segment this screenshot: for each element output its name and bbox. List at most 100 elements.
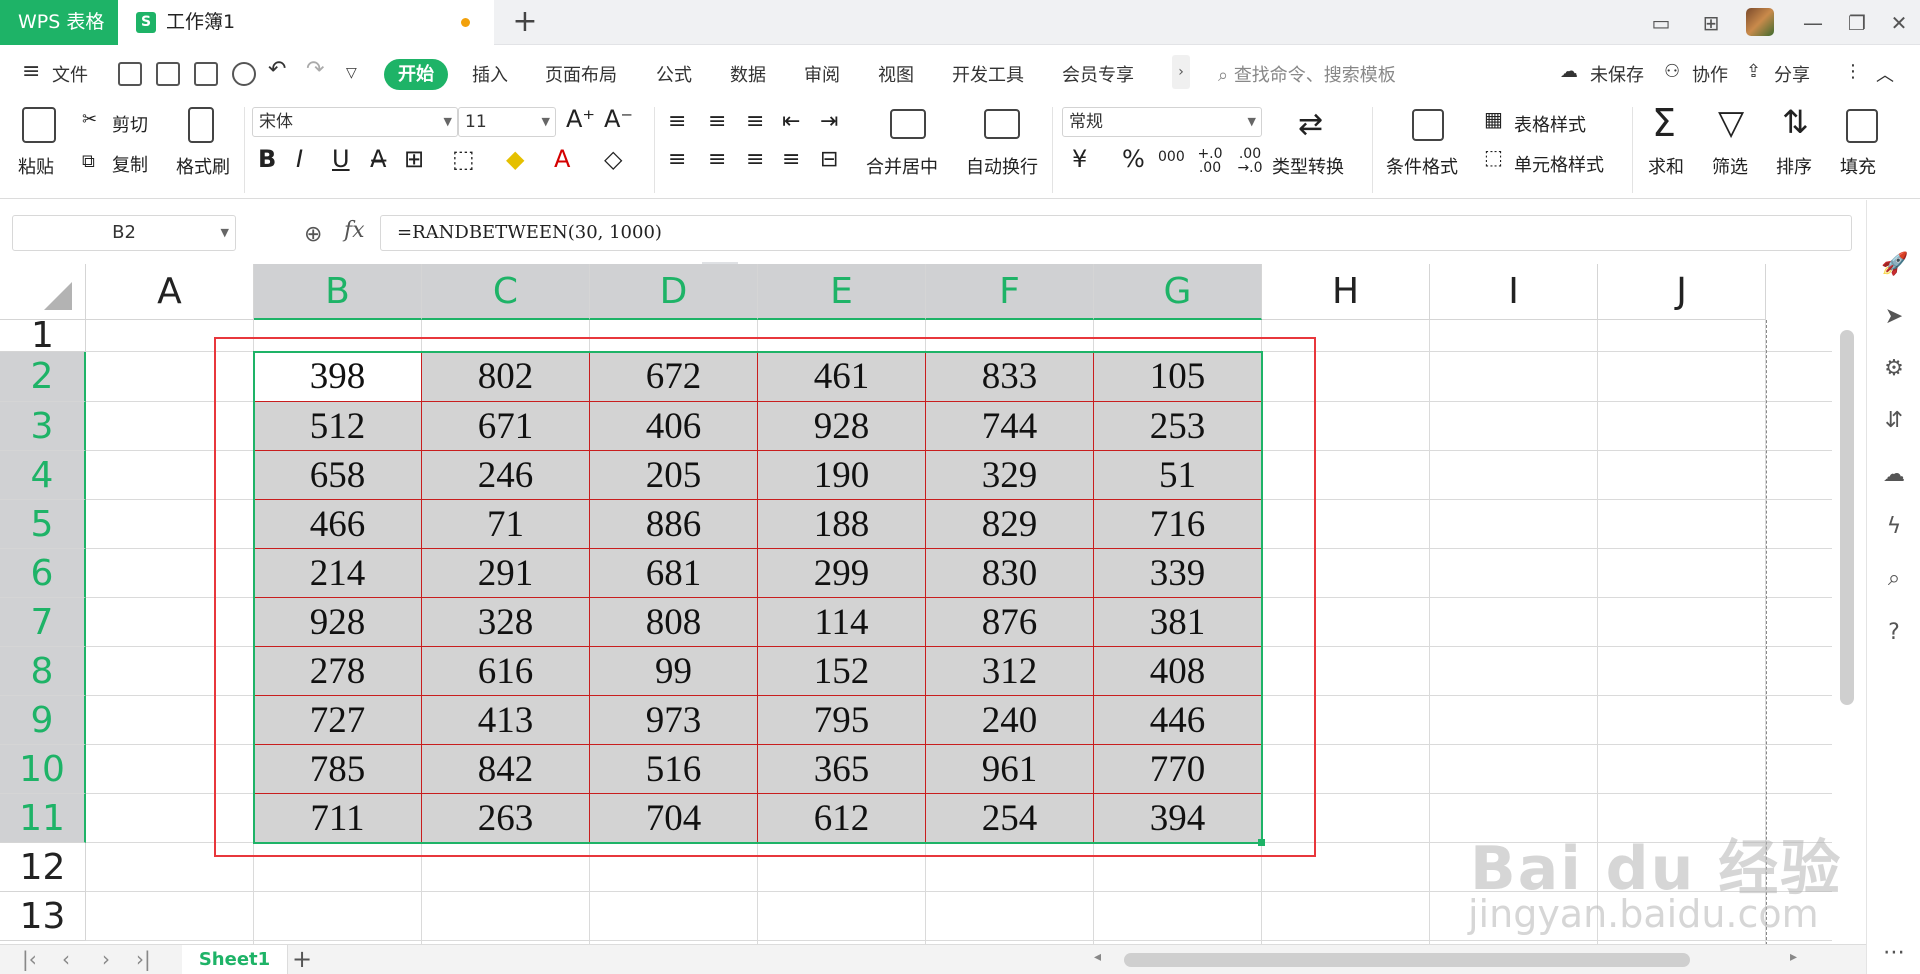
row-header-1[interactable]: 1 (0, 318, 86, 354)
table-cell[interactable]: 408 (1094, 647, 1262, 696)
table-style-button[interactable]: 表格样式 (1514, 111, 1586, 137)
table-cell[interactable]: 466 (254, 500, 422, 549)
row-header-12[interactable]: 12 (0, 843, 86, 892)
table-cell[interactable]: 381 (1094, 598, 1262, 647)
document-tab[interactable]: S 工作簿1 (118, 0, 494, 45)
add-sheet-button[interactable]: + (292, 945, 312, 973)
table-cell[interactable]: 365 (758, 745, 926, 794)
tab-review[interactable]: 审阅 (804, 61, 840, 87)
table-cell[interactable]: 833 (926, 352, 1094, 402)
table-cell[interactable]: 808 (590, 598, 758, 647)
first-sheet-icon[interactable]: |‹ (22, 947, 37, 971)
undo-icon[interactable]: ↶ (268, 57, 286, 82)
table-cell[interactable]: 214 (254, 549, 422, 598)
table-cell[interactable]: 188 (758, 500, 926, 549)
avatar[interactable] (1746, 8, 1774, 36)
last-sheet-icon[interactable]: ›| (136, 947, 151, 971)
column-header-a[interactable]: A (86, 264, 254, 320)
sum-icon[interactable]: Σ (1652, 101, 1676, 145)
column-header-h[interactable]: H (1262, 264, 1430, 320)
currency-button[interactable]: ¥ (1072, 145, 1087, 173)
align-bottom-icon[interactable]: ≡ (746, 109, 764, 134)
scroll-left-icon[interactable]: ◂ (1094, 949, 1101, 965)
table-cell[interactable]: 973 (590, 696, 758, 745)
font-color-icon[interactable]: A (554, 145, 570, 173)
row-header-7[interactable]: 7 (0, 598, 86, 647)
settings-sliders-icon[interactable]: ⚙ (1881, 356, 1907, 382)
sheet-tab[interactable]: Sheet1 (182, 945, 288, 974)
table-cell[interactable]: 876 (926, 598, 1094, 647)
table-cell[interactable]: 105 (1094, 352, 1262, 402)
formula-input[interactable]: =RANDBETWEEN(30, 1000) (380, 215, 1852, 251)
table-cell[interactable]: 516 (590, 745, 758, 794)
select-all-corner[interactable] (0, 264, 86, 320)
table-cell[interactable]: 339 (1094, 549, 1262, 598)
fill-color-icon[interactable]: ◆ (506, 145, 524, 173)
table-cell[interactable]: 785 (254, 745, 422, 794)
cut-button[interactable]: 剪切 (112, 111, 148, 137)
table-cell[interactable]: 716 (1094, 500, 1262, 549)
table-cell[interactable]: 254 (926, 794, 1094, 843)
unsaved-status[interactable]: 未保存 (1590, 61, 1644, 87)
table-cell[interactable]: 616 (422, 647, 590, 696)
filter-button[interactable]: 筛选 (1712, 153, 1748, 179)
table-cell[interactable]: 842 (422, 745, 590, 794)
table-cell[interactable]: 886 (590, 500, 758, 549)
table-cell[interactable]: 802 (422, 352, 590, 402)
sum-button[interactable]: 求和 (1648, 153, 1684, 179)
transfer-icon[interactable]: ⇵ (1881, 408, 1907, 434)
more-icon[interactable]: ⋮ (1844, 61, 1862, 82)
justify-icon[interactable]: ≡ (782, 147, 800, 172)
column-header-j[interactable]: J (1598, 264, 1766, 320)
table-cell[interactable]: 240 (926, 696, 1094, 745)
border-icon[interactable]: ⊞ (404, 145, 424, 173)
fill-icon[interactable] (1846, 109, 1878, 143)
wrap-text-icon[interactable] (984, 109, 1020, 139)
fill-shape-icon[interactable]: ⬚ (452, 145, 475, 173)
table-cell[interactable]: 328 (422, 598, 590, 647)
table-cell[interactable]: 446 (1094, 696, 1262, 745)
scroll-right-icon[interactable]: ▸ (1790, 949, 1797, 965)
wrap-text-button[interactable]: 自动换行 (966, 153, 1038, 179)
table-cell[interactable]: 205 (590, 451, 758, 500)
align-right-icon[interactable]: ≡ (746, 147, 764, 172)
table-cell[interactable]: 114 (758, 598, 926, 647)
increase-font-icon[interactable]: A⁺ (566, 105, 595, 133)
table-cell[interactable]: 71 (422, 500, 590, 549)
close-icon[interactable]: ✕ (1884, 8, 1914, 38)
percent-button[interactable]: % (1122, 145, 1145, 173)
next-sheet-icon[interactable]: › (102, 947, 110, 971)
tab-page-layout[interactable]: 页面布局 (545, 61, 617, 87)
decrease-decimal-button[interactable]: .00 →.0 (1234, 147, 1266, 175)
book-search-icon[interactable]: ⌕ (1881, 566, 1907, 592)
column-header-i[interactable]: I (1430, 264, 1598, 320)
table-cell[interactable]: 830 (926, 549, 1094, 598)
row-header-3[interactable]: 3 (0, 402, 86, 451)
table-cell[interactable]: 51 (1094, 451, 1262, 500)
column-header-b[interactable]: B (254, 264, 422, 320)
merge-center-button[interactable]: 合并居中 (866, 153, 938, 179)
copy-button[interactable]: 复制 (112, 151, 148, 177)
italic-button[interactable]: I (296, 145, 303, 173)
name-box[interactable]: B2 ▼ (12, 215, 236, 251)
backup-icon[interactable]: ☁ (1881, 462, 1907, 488)
align-left-icon[interactable]: ≡ (668, 147, 686, 172)
table-cell[interactable]: 961 (926, 745, 1094, 794)
table-cell[interactable]: 829 (926, 500, 1094, 549)
table-cell[interactable]: 413 (422, 696, 590, 745)
more-options-icon[interactable]: ⋯ (1881, 940, 1907, 966)
format-painter-icon[interactable] (188, 107, 214, 143)
table-cell[interactable]: 394 (1094, 794, 1262, 843)
horizontal-scroll-thumb[interactable] (1124, 953, 1690, 967)
tab-insert[interactable]: 插入 (472, 61, 508, 87)
quick-access-dropdown-icon[interactable]: ▽ (346, 65, 357, 81)
decrease-indent-icon[interactable]: ⇤ (782, 109, 800, 134)
command-search[interactable]: ⌕ 查找命令、搜索模板 (1218, 61, 1538, 87)
hamburger-icon[interactable]: ≡ (22, 59, 40, 84)
table-cell[interactable]: 711 (254, 794, 422, 843)
layout-icon[interactable]: ▭ (1646, 8, 1676, 38)
share-button[interactable]: 分享 (1774, 61, 1810, 87)
clear-format-icon[interactable]: ◇ (604, 145, 622, 173)
table-cell[interactable]: 658 (254, 451, 422, 500)
thousands-button[interactable]: 000 (1158, 149, 1185, 165)
